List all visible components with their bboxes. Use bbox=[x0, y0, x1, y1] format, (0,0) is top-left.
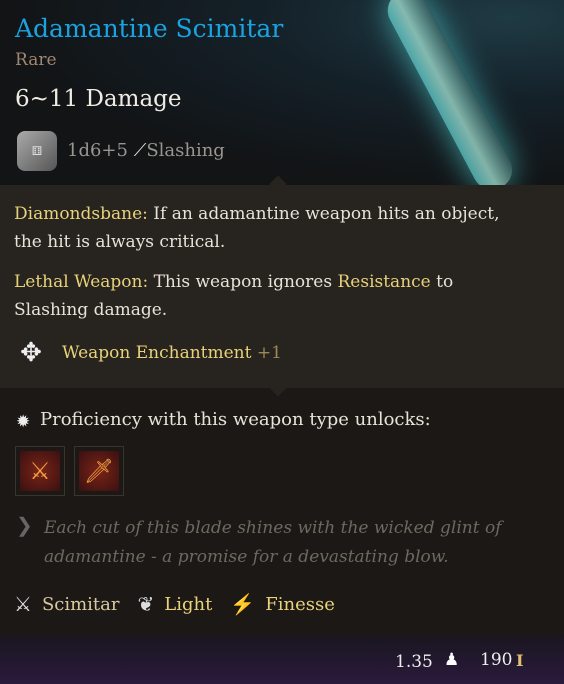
gold-icon: Ⅰ bbox=[516, 651, 524, 670]
enchantment-bonus: +1 bbox=[256, 343, 282, 363]
proficiency-label: Proficiency with this weapon type unlock… bbox=[40, 409, 431, 430]
feather-icon: ❦ bbox=[137, 592, 155, 616]
passive-text: This weapon ignores bbox=[148, 272, 338, 292]
property-light[interactable]: Light bbox=[164, 594, 212, 615]
item-name: Adamantine Scimitar bbox=[15, 14, 284, 43]
proficiency-icon: ✹ bbox=[16, 412, 31, 432]
weapon-action-icon: 🗡 bbox=[79, 451, 119, 491]
passive-diamondsbane: Diamondsbane: If an adamantine weapon hi… bbox=[14, 200, 514, 256]
passive-name: Lethal Weapon: bbox=[14, 272, 149, 292]
passive-name: Diamondsbane: bbox=[14, 204, 148, 224]
property-finesse[interactable]: Finesse bbox=[265, 594, 335, 615]
resistance-keyword[interactable]: Resistance bbox=[337, 272, 430, 292]
sword-icon: ⟋ bbox=[133, 140, 147, 161]
weapon-enchantment: Weapon Enchantment +1 bbox=[62, 343, 282, 363]
weapon-action-2[interactable]: 🗡 bbox=[74, 446, 124, 496]
dice-icon: ⚅ bbox=[17, 131, 57, 171]
lore-text: Each cut of this blade shines with the w… bbox=[44, 518, 502, 567]
finesse-icon: ⚡ bbox=[230, 592, 256, 616]
roll-value: 1d6+5 bbox=[67, 140, 128, 161]
crossed-swords-icon: ⚔ bbox=[14, 592, 32, 616]
enchantment-label: Weapon Enchantment bbox=[62, 343, 252, 363]
weapon-action-1[interactable]: ⚔ bbox=[15, 446, 65, 496]
weapon-image bbox=[380, 0, 520, 197]
item-tooltip: Adamantine Scimitar Rare 6~11 Damage ⚅ 1… bbox=[0, 0, 564, 684]
damage-range: 6~11 Damage bbox=[15, 86, 182, 112]
item-weight: 1.35 bbox=[395, 652, 433, 672]
weapon-action-icon: ⚔ bbox=[20, 451, 60, 491]
item-rarity: Rare bbox=[15, 50, 57, 70]
property-scimitar[interactable]: Scimitar bbox=[42, 594, 120, 615]
damage-type: Slashing bbox=[146, 140, 225, 161]
weapon-properties: ⚔ Scimitar ❦ Light ⚡ Finesse bbox=[14, 592, 353, 616]
weight-icon: ♟ bbox=[444, 650, 460, 670]
enchantment-icon: ✥ bbox=[20, 338, 42, 368]
passive-lethal-weapon: Lethal Weapon: This weapon ignores Resis… bbox=[14, 268, 514, 324]
lore-icon: ❯ bbox=[16, 513, 33, 537]
item-value: 190 bbox=[480, 650, 513, 670]
damage-roll: 1d6+5 ⟋Slashing bbox=[67, 140, 225, 161]
